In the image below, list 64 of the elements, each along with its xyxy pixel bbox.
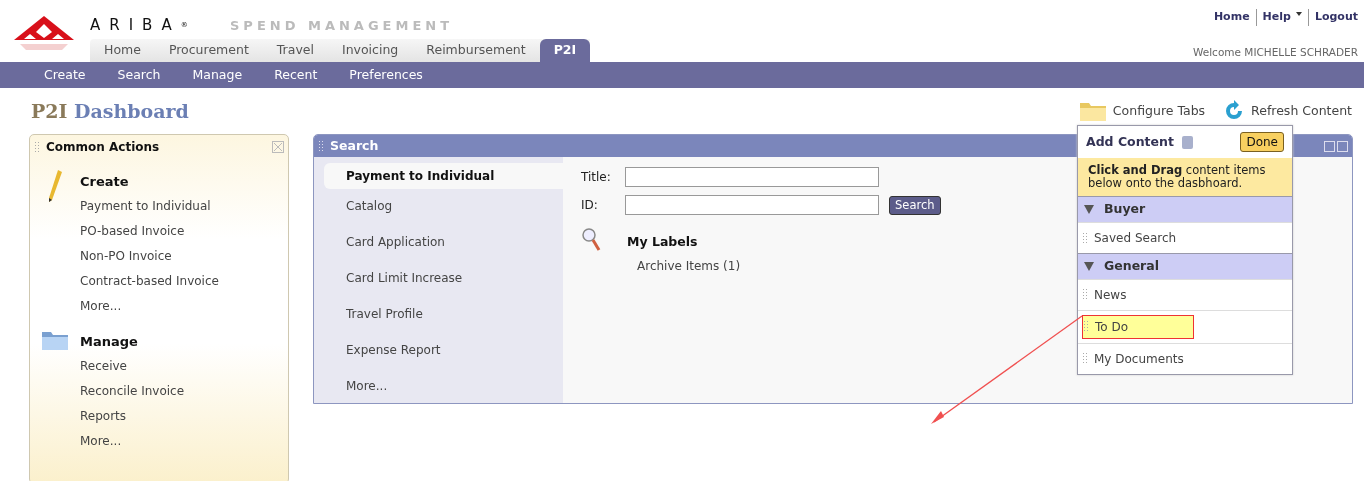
folder-icon (41, 329, 69, 351)
field-label: Title: (581, 169, 612, 186)
tab[interactable]: Reimbursement (412, 39, 540, 62)
action-link[interactable]: Reports (80, 404, 185, 429)
tab[interactable]: Procurement (154, 39, 263, 62)
pencil-icon (47, 169, 63, 203)
panel-title: Search (330, 136, 379, 155)
nav-link[interactable]: Manage (192, 65, 243, 85)
panel-title: Common Actions (46, 139, 160, 156)
folder-icon[interactable] (1078, 100, 1107, 122)
expand-triangle-icon[interactable] (1084, 205, 1094, 215)
action-link[interactable]: Receive (80, 354, 185, 379)
group-name: General (1104, 257, 1159, 276)
top-link[interactable]: Logout (1314, 9, 1358, 26)
nav-link[interactable]: Create (44, 65, 86, 85)
toolbar-link[interactable]: Configure Tabs (1112, 101, 1206, 121)
tab[interactable]: Travel (262, 39, 328, 62)
category-tab[interactable]: Payment to Individual (324, 163, 563, 189)
section-heading: Create (80, 173, 130, 191)
tab[interactable]: Invoicing (327, 39, 413, 62)
group-name: Buyer (1104, 200, 1146, 219)
category-tab[interactable]: Card Application (324, 229, 563, 265)
category-tab[interactable]: Card Limit Increase (324, 265, 563, 301)
action-link[interactable]: Reconcile Invoice (80, 379, 185, 404)
category-tab[interactable]: Travel Profile (324, 301, 563, 337)
action-link[interactable]: PO-based Invoice (80, 219, 219, 244)
expand-triangle-icon[interactable] (1084, 262, 1094, 272)
magnifier-icon (581, 227, 601, 253)
tab[interactable]: Home (90, 39, 155, 62)
page-title: P2I Dashboard (31, 98, 189, 124)
content-item[interactable]: Saved Search (1082, 227, 1194, 250)
product-name: SPEND MANAGEMENT (230, 17, 454, 35)
category-tab[interactable]: Catalog (324, 193, 563, 229)
field-label: ID: (581, 197, 599, 214)
done-button[interactable]: Done (1240, 132, 1284, 152)
action-link[interactable]: Non-PO Invoice (80, 244, 219, 269)
content-item[interactable]: News (1082, 283, 1194, 306)
brand-name: ARIBA$^{®}$ (90, 15, 188, 36)
action-link[interactable]: Contract-based Invoice (80, 269, 219, 294)
tab[interactable]: P2I (539, 39, 591, 62)
search-button[interactable]: Search (889, 195, 941, 215)
welcome-text: Welcome MICHELLE SCHRADER (1192, 45, 1358, 60)
section-heading: Manage (80, 333, 139, 351)
caret-icon[interactable] (1295, 12, 1302, 16)
label-link[interactable]: Archive Items (1) (627, 251, 741, 275)
nav-link[interactable]: Search (117, 65, 161, 85)
input-field[interactable] (625, 167, 879, 187)
category-tab[interactable]: More... (324, 373, 563, 403)
action-link[interactable]: More... (80, 429, 185, 454)
toolbar-link[interactable]: Refresh Content (1251, 101, 1352, 121)
logo-icon (12, 14, 76, 52)
action-link[interactable]: More... (80, 294, 219, 319)
labels-heading: My Labels (627, 233, 699, 251)
content-item[interactable]: To Do (1082, 314, 1194, 339)
nav-link[interactable]: Preferences (349, 65, 423, 85)
instructions-text: Click and Drag content items below onto the dasbhoard. (1078, 158, 1292, 197)
nav-link[interactable]: Recent (274, 65, 318, 85)
popup-title: Add Content (1086, 132, 1174, 151)
category-tab[interactable]: Expense Report (324, 337, 563, 373)
top-link[interactable]: Help (1262, 9, 1291, 26)
input-field[interactable] (625, 195, 879, 215)
action-link[interactable]: Payment to Individual (80, 194, 219, 219)
content-item[interactable]: My Documents (1082, 347, 1194, 370)
top-link[interactable]: Home (1213, 9, 1250, 26)
